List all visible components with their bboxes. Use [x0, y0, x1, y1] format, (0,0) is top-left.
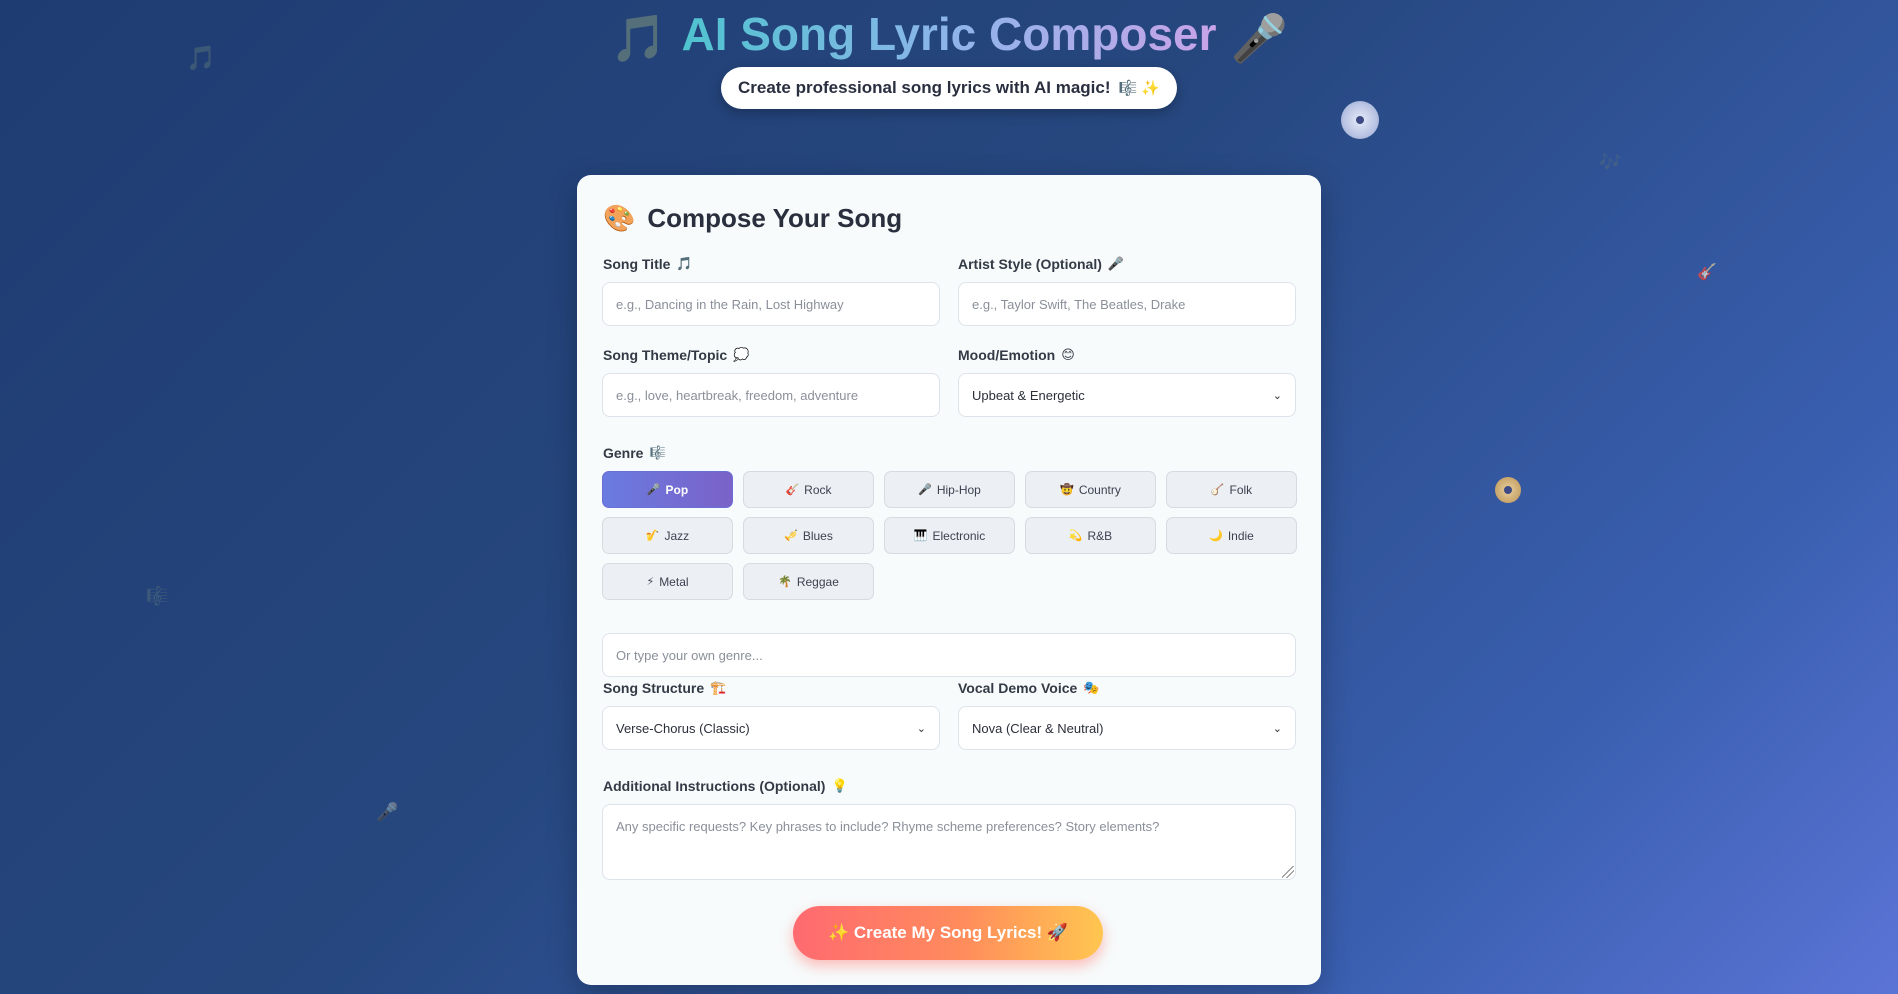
- genre-emoji-icon: ⚡: [646, 576, 655, 588]
- custom-genre-input[interactable]: [602, 633, 1296, 677]
- compose-card: 🎨 Compose Your Song Song Title 🎵 Artist …: [577, 175, 1321, 985]
- music-note-icon: 🎵: [676, 256, 693, 271]
- floating-music-icon: 🎶: [1599, 152, 1622, 172]
- floating-clef-icon: 🎼: [146, 586, 169, 606]
- genre-chip-indie[interactable]: 🌙 Indie: [1166, 517, 1297, 554]
- floating-guitar-icon: 🎸: [1697, 264, 1717, 281]
- theme-input[interactable]: [602, 373, 940, 417]
- genre-emoji-icon: 🌴: [778, 576, 792, 588]
- floating-note-icon: 🎵: [186, 45, 216, 72]
- genre-emoji-icon: 🎤: [646, 484, 661, 496]
- construction-icon: 🏗️: [710, 680, 727, 695]
- genre-chip-label: R&B: [1087, 528, 1113, 543]
- genre-chip-label: Blues: [802, 528, 833, 543]
- score-icon: 🎼: [649, 445, 666, 460]
- genre-chip-label: Electronic: [932, 528, 986, 543]
- genre-chip-hip-hop[interactable]: 🎤 Hip-Hop: [884, 471, 1015, 508]
- masks-icon: 🎭: [1083, 680, 1100, 695]
- song-title-label-text: Song Title: [603, 256, 671, 272]
- resize-handle[interactable]: [1282, 866, 1294, 878]
- instructions-textarea[interactable]: [602, 804, 1296, 880]
- genre-chip-label: Folk: [1229, 482, 1253, 497]
- theme-label-text: Song Theme/Topic: [603, 347, 728, 363]
- genre-emoji-icon: 🎤: [918, 484, 932, 496]
- genre-emoji-icon: 🤠: [1060, 484, 1074, 496]
- thought-bubble-icon: 💭: [733, 347, 750, 362]
- genre-chip-pop[interactable]: 🎤 Pop: [602, 471, 733, 508]
- genre-chip-label: Country: [1078, 482, 1121, 497]
- genre-chip-country[interactable]: 🤠 Country: [1025, 471, 1156, 508]
- artist-style-input[interactable]: [958, 282, 1296, 326]
- genre-emoji-icon: 💫: [1068, 530, 1083, 542]
- genre-chip-jazz[interactable]: 🎷 Jazz: [602, 517, 733, 554]
- genre-chip-metal[interactable]: ⚡ Metal: [602, 563, 733, 600]
- genre-chip-label: Rock: [804, 482, 832, 497]
- app-title-text: AI Song Lyric Composer: [681, 8, 1217, 60]
- subtitle-text: Create professional song lyrics with AI …: [737, 78, 1111, 97]
- instructions-wrapper: [602, 804, 1296, 880]
- genre-chip-label: Metal: [659, 574, 689, 589]
- structure-select[interactable]: Verse-Chorus (Classic) ⌄: [602, 706, 940, 750]
- structure-label-text: Song Structure: [603, 680, 705, 696]
- lightbulb-icon: 💡: [831, 778, 848, 793]
- genre-emoji-icon: 🌙: [1209, 530, 1223, 542]
- genre-emoji-icon: 🎹: [913, 530, 928, 542]
- genre-emoji-icon: 🪕: [1210, 484, 1225, 496]
- genre-chip-folk[interactable]: 🪕 Folk: [1166, 471, 1297, 508]
- song-title-input[interactable]: [602, 282, 940, 326]
- floating-cd-icon: [1495, 477, 1521, 503]
- mood-select[interactable]: Upbeat & Energetic ⌄: [958, 373, 1296, 417]
- genre-chip-electronic[interactable]: 🎹 Electronic: [884, 517, 1015, 554]
- genre-chip-label: Jazz: [664, 528, 690, 543]
- create-lyrics-button[interactable]: ✨ Create My Song Lyrics! 🚀: [793, 906, 1103, 960]
- artist-style-label-text: Artist Style (Optional): [958, 256, 1102, 272]
- subtitle-badge: Create professional song lyrics with AI …: [721, 67, 1177, 109]
- structure-label: Song Structure 🏗️: [603, 680, 726, 696]
- song-title-label: Song Title 🎵: [603, 256, 693, 272]
- genre-chip-rock[interactable]: 🎸 Rock: [743, 471, 874, 508]
- music-note-icon: 🎵: [610, 11, 668, 64]
- microphone-icon: 🎤: [1107, 256, 1125, 271]
- artist-style-label: Artist Style (Optional) 🎤: [958, 256, 1124, 272]
- genre-chip-label: Reggae: [796, 574, 839, 589]
- mood-selected-value: Upbeat & Energetic: [972, 387, 1085, 403]
- structure-selected-value: Verse-Chorus (Classic): [616, 720, 750, 736]
- floating-disc-icon: [1341, 101, 1379, 139]
- voice-selected-value: Nova (Clear & Neutral): [972, 720, 1104, 736]
- mood-label: Mood/Emotion 😊: [958, 347, 1075, 363]
- genre-chip-r-b[interactable]: 💫 R&B: [1025, 517, 1156, 554]
- chevron-down-icon: ⌄: [916, 722, 926, 735]
- genre-label-text: Genre: [603, 445, 644, 461]
- floating-mic-icon: 🎤: [376, 802, 399, 822]
- genre-chip-label: Indie: [1227, 528, 1254, 543]
- subtitle-emoji: 🎼 ✨: [1118, 80, 1161, 97]
- chevron-down-icon: ⌄: [1272, 389, 1282, 402]
- genre-emoji-icon: 🎷: [645, 530, 660, 542]
- chevron-down-icon: ⌄: [1272, 722, 1282, 735]
- voice-label-text: Vocal Demo Voice: [958, 680, 1078, 696]
- genre-label: Genre 🎼: [603, 445, 666, 461]
- instructions-label-text: Additional Instructions (Optional): [603, 778, 826, 794]
- genre-chip-label: Pop: [665, 482, 689, 497]
- genre-chip-blues[interactable]: 🎺 Blues: [743, 517, 874, 554]
- genre-emoji-icon: 🎸: [785, 484, 800, 496]
- genre-emoji-icon: 🎺: [784, 530, 798, 542]
- genre-chip-reggae[interactable]: 🌴 Reggae: [743, 563, 874, 600]
- card-heading-text: Compose Your Song: [647, 203, 903, 233]
- card-heading: 🎨 Compose Your Song: [603, 203, 902, 234]
- app-title: 🎵 AI Song Lyric Composer 🎤: [0, 4, 1898, 68]
- genre-chip-label: Hip-Hop: [936, 482, 981, 497]
- smile-icon: 😊: [1061, 347, 1075, 362]
- theme-label: Song Theme/Topic 💭: [603, 347, 749, 363]
- microphone-icon: 🎤: [1230, 11, 1288, 64]
- voice-label: Vocal Demo Voice 🎭: [958, 680, 1100, 696]
- instructions-label: Additional Instructions (Optional) 💡: [603, 778, 848, 794]
- voice-select[interactable]: Nova (Clear & Neutral) ⌄: [958, 706, 1296, 750]
- mood-label-text: Mood/Emotion: [958, 347, 1056, 363]
- palette-icon: 🎨: [603, 203, 636, 233]
